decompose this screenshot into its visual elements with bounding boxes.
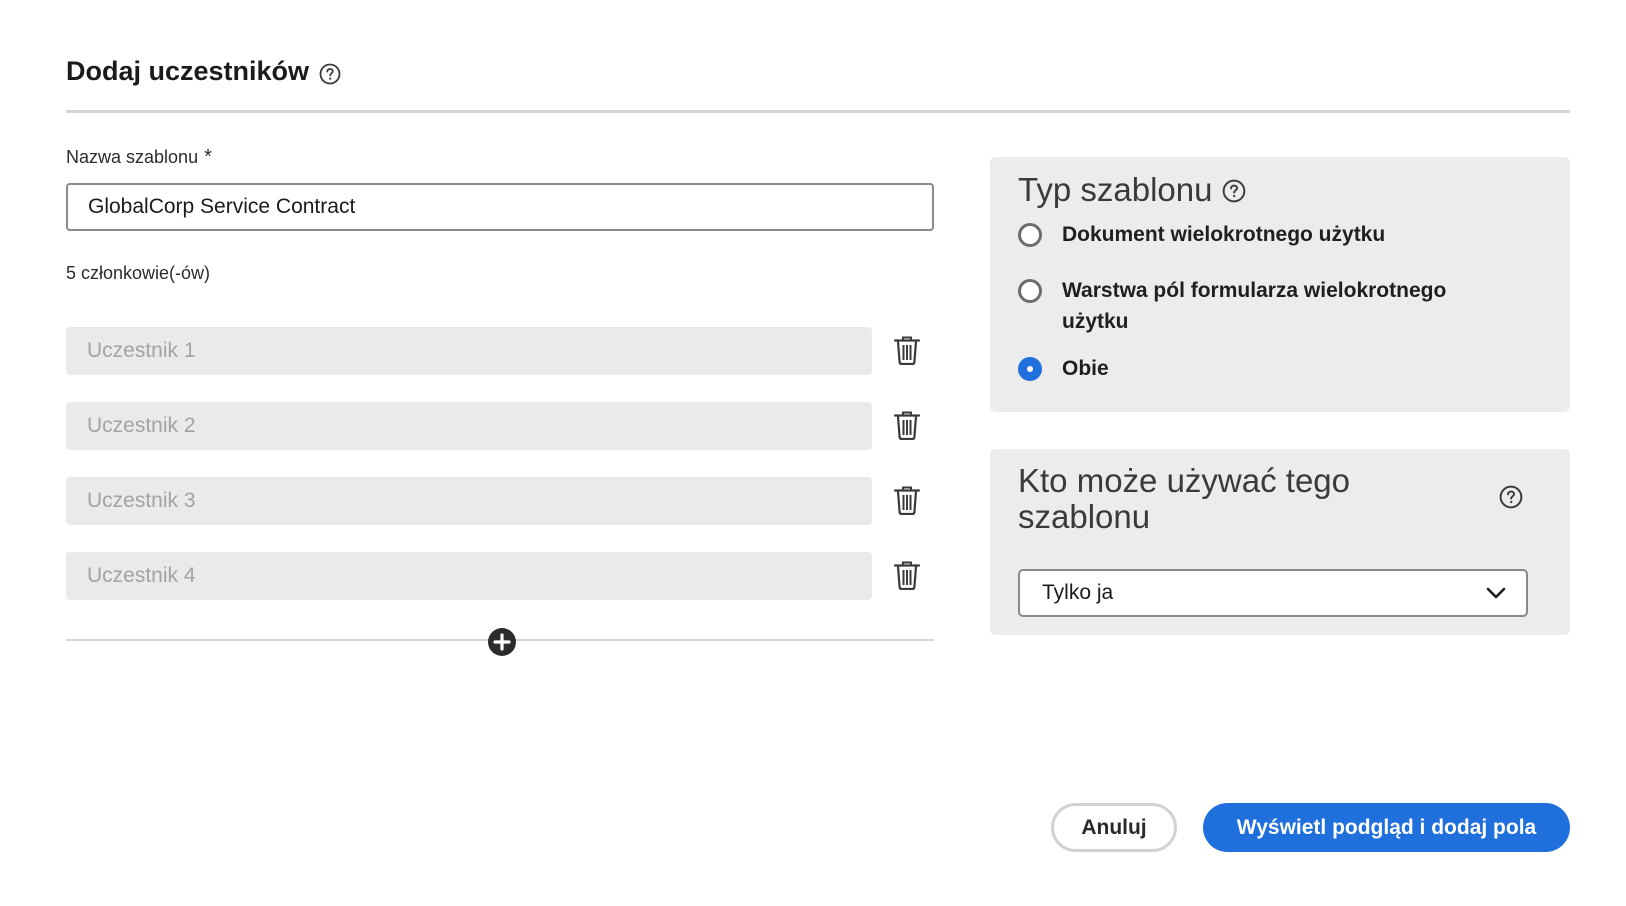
template-name-label-row: Nazwa szablonu * <box>66 146 212 169</box>
help-icon[interactable] <box>1499 485 1523 509</box>
radio-button-selected[interactable] <box>1018 357 1042 381</box>
trash-icon[interactable] <box>893 410 921 441</box>
members-count: 5 członkowie(-ów) <box>66 263 211 283</box>
participant-input-1[interactable] <box>66 327 872 375</box>
template-name-label: Nazwa szablonu <box>66 147 199 167</box>
participant-input-2[interactable] <box>66 402 872 450</box>
who-can-use-dropdown[interactable]: Tylko ja <box>1018 569 1528 617</box>
radio-label: Warstwa pól formularza wielokrotnego uży… <box>1062 279 1447 333</box>
chevron-down-icon <box>1486 581 1506 605</box>
required-mark: * <box>204 146 212 168</box>
radio-button[interactable] <box>1018 223 1042 247</box>
who-can-use-title: Kto może używać tego szablonu <box>1018 462 1350 535</box>
help-icon[interactable] <box>319 61 341 84</box>
dialog-header: Dodaj uczestników <box>66 56 341 87</box>
add-participant-plus-icon[interactable] <box>487 627 517 657</box>
participant-input-3[interactable] <box>66 477 872 525</box>
trash-icon[interactable] <box>893 485 921 516</box>
participant-input-4[interactable] <box>66 552 872 600</box>
radio-button[interactable] <box>1018 279 1042 303</box>
trash-icon[interactable] <box>893 335 921 366</box>
preview-and-add-fields-button[interactable]: Wyświetl podgląd i dodaj pola <box>1203 803 1570 852</box>
template-name-input[interactable] <box>66 183 934 231</box>
dropdown-selected-value: Tylko ja <box>1042 581 1114 604</box>
page-title: Dodaj uczestników <box>66 56 310 86</box>
help-icon[interactable] <box>1222 179 1246 203</box>
radio-option-both[interactable]: Obie <box>1018 353 1538 384</box>
cancel-button[interactable]: Anuluj <box>1051 803 1177 852</box>
radio-option-reusable-document[interactable]: Dokument wielokrotnego użytku <box>1018 219 1538 250</box>
template-type-title: Typ szablonu <box>1018 171 1213 208</box>
radio-option-form-field-layer[interactable]: Warstwa pól formularza wielokrotnego uży… <box>1018 275 1488 337</box>
radio-label: Dokument wielokrotnego użytku <box>1062 223 1386 246</box>
header-divider <box>66 110 1570 113</box>
trash-icon[interactable] <box>893 560 921 591</box>
template-type-header: Typ szablonu <box>1018 171 1246 209</box>
radio-label: Obie <box>1062 357 1109 380</box>
template-type-panel: Typ szablonu Dokument wielokrotnego użyt… <box>990 157 1570 412</box>
